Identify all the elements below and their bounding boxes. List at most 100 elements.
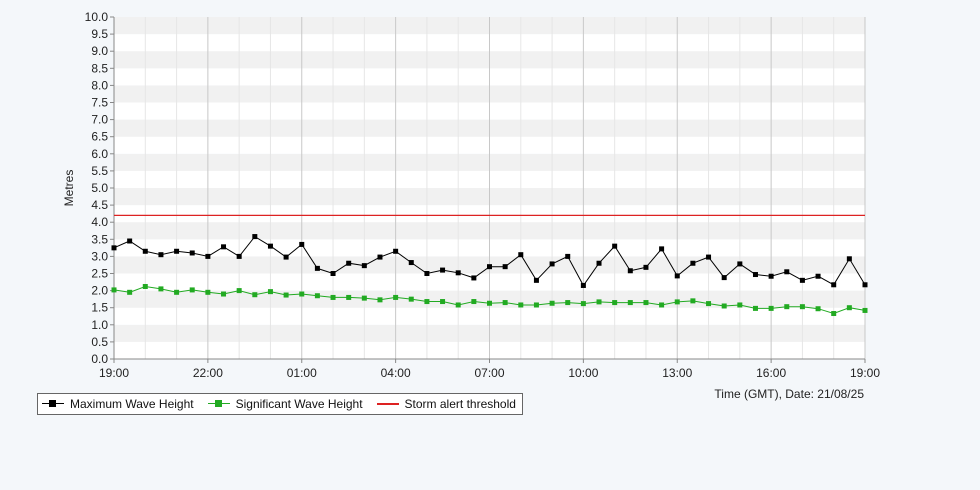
legend-item-max[interactable]: Maximum Wave Height	[42, 397, 194, 411]
max-wave-point	[361, 263, 367, 269]
y-tick-label: 4.5	[91, 198, 108, 212]
significant-wave-point	[408, 296, 414, 302]
x-tick-label: 07:00	[474, 366, 504, 380]
significant-wave-point	[612, 300, 618, 306]
max-wave-point	[565, 253, 571, 259]
significant-wave-point	[299, 291, 305, 297]
max-wave-point	[815, 273, 821, 279]
significant-wave-point	[252, 292, 258, 298]
max-wave-point	[721, 275, 727, 281]
significant-wave-point	[596, 299, 602, 305]
significant-wave-point	[393, 294, 399, 300]
max-wave-point	[111, 245, 117, 251]
significant-wave-point	[831, 311, 837, 317]
max-wave-point	[627, 268, 633, 274]
x-tick-label: 19:00	[99, 366, 129, 380]
max-wave-point	[346, 260, 352, 266]
legend-swatch-max	[42, 398, 64, 410]
significant-wave-point	[221, 291, 227, 297]
max-wave-point	[408, 260, 414, 266]
max-wave-point	[158, 252, 164, 258]
y-tick-label: 8.0	[91, 78, 108, 92]
y-tick-label: 8.5	[91, 61, 108, 75]
significant-wave-point	[314, 293, 320, 299]
significant-wave-point	[518, 302, 524, 308]
legend-item-threshold[interactable]: Storm alert threshold	[376, 397, 516, 411]
significant-wave-point	[174, 289, 180, 295]
y-axis: 0.0 0.5 1.0 1.5 2.0 2.5 3.0 3.5 4.0 4.5 5.0 5.5 6.0 6…	[85, 10, 115, 366]
max-wave-point	[518, 252, 524, 258]
x-tick-label: 19:00	[850, 366, 880, 380]
legend-label-threshold: Storm alert threshold	[404, 397, 516, 411]
max-wave-point	[174, 248, 180, 254]
y-tick-label: 9.0	[91, 44, 108, 58]
max-wave-point	[549, 261, 555, 267]
significant-wave-point	[737, 302, 743, 308]
significant-wave-point	[752, 305, 758, 311]
x-tick-label: 22:00	[193, 366, 223, 380]
max-wave-point	[737, 261, 743, 267]
max-wave-point	[862, 282, 868, 288]
y-tick-label: 0.5	[91, 335, 108, 349]
significant-wave-point	[862, 307, 868, 313]
max-wave-point	[502, 264, 508, 270]
x-tick-label: 13:00	[662, 366, 692, 380]
max-wave-point	[283, 254, 289, 260]
significant-wave-point	[627, 300, 633, 306]
significant-wave-point	[533, 302, 539, 308]
significant-wave-point	[236, 288, 242, 294]
x-axis: 19:00 22:00 01:00 04:00 07:00 10:00 13:00 16:00…	[99, 358, 880, 380]
significant-wave-point	[158, 286, 164, 292]
y-tick-label: 5.5	[91, 164, 108, 178]
significant-wave-point	[205, 289, 211, 295]
significant-wave-point	[471, 299, 477, 305]
max-wave-point	[142, 248, 148, 254]
significant-wave-point	[674, 299, 680, 305]
significant-wave-point	[565, 300, 571, 306]
max-wave-point	[768, 273, 774, 279]
significant-wave-point	[549, 300, 555, 306]
wave-height-chart: 0.0 0.5 1.0 1.5 2.0 2.5 3.0 3.5 4.0 4.5 5.0 5.5 6.0 6…	[62, 10, 880, 401]
max-wave-point	[690, 260, 696, 266]
max-wave-point	[236, 253, 242, 259]
y-tick-label: 3.5	[91, 232, 108, 246]
significant-wave-point	[127, 289, 133, 295]
x-tick-label: 16:00	[756, 366, 786, 380]
max-wave-point	[440, 267, 446, 273]
significant-wave-point	[142, 283, 148, 289]
significant-wave-point	[846, 305, 852, 311]
max-wave-point	[752, 272, 758, 278]
max-wave-point	[252, 234, 258, 240]
significant-wave-point	[768, 305, 774, 311]
significant-wave-point	[267, 289, 273, 295]
legend-swatch-threshold	[376, 398, 399, 410]
significant-wave-point	[659, 302, 665, 308]
y-axis-label: Metres	[62, 170, 76, 207]
max-wave-point	[455, 270, 461, 276]
max-wave-point	[596, 260, 602, 266]
x-tick-label: 01:00	[287, 366, 317, 380]
max-wave-point	[533, 277, 539, 283]
max-wave-point	[393, 248, 399, 254]
y-tick-label: 2.5	[91, 267, 108, 281]
max-wave-point	[221, 244, 227, 250]
significant-wave-point	[377, 297, 383, 303]
significant-wave-point	[283, 292, 289, 298]
max-wave-point	[612, 243, 618, 249]
y-tick-label: 5.0	[91, 181, 108, 195]
max-wave-point	[706, 254, 712, 260]
significant-wave-point	[721, 303, 727, 309]
max-wave-point	[314, 265, 320, 271]
max-wave-point	[580, 282, 586, 288]
x-tick-label: 04:00	[381, 366, 411, 380]
y-tick-label: 10.0	[85, 10, 109, 24]
y-tick-label: 0.0	[91, 352, 108, 366]
max-wave-point	[784, 269, 790, 275]
legend-item-significant[interactable]: Significant Wave Height	[207, 397, 363, 411]
max-wave-point	[831, 282, 837, 288]
significant-wave-point	[346, 294, 352, 300]
legend-label-max: Maximum Wave Height	[70, 397, 194, 411]
y-tick-label: 6.0	[91, 147, 108, 161]
y-tick-label: 7.5	[91, 96, 108, 110]
legend-label-significant: Significant Wave Height	[235, 397, 363, 411]
